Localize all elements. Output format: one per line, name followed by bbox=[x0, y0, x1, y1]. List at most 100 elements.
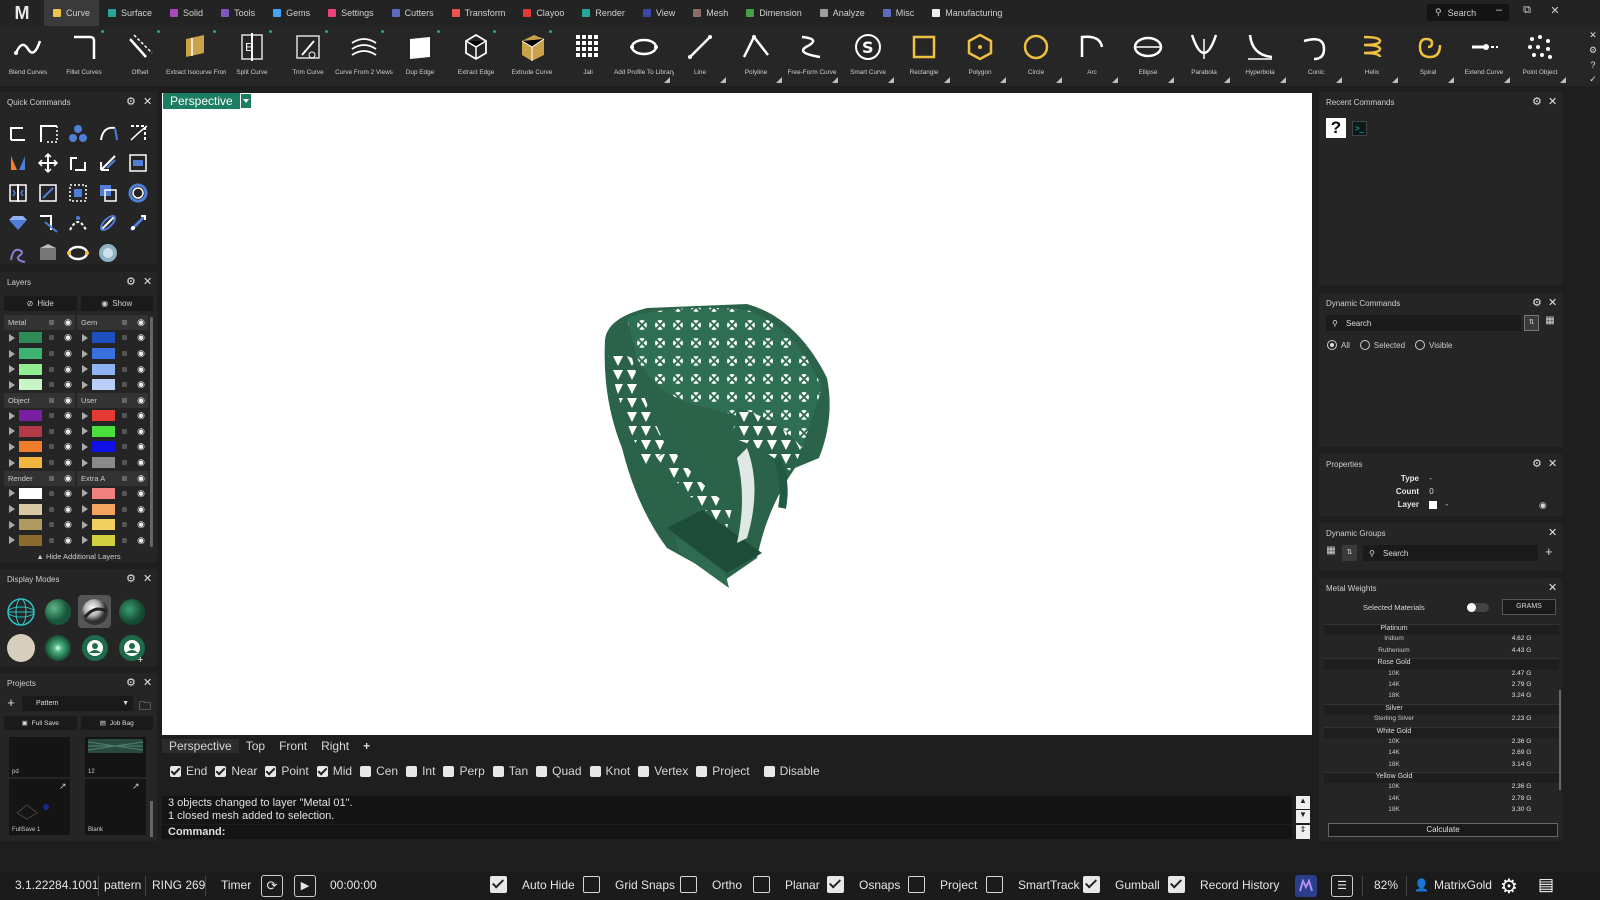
layer-color-swatch[interactable] bbox=[19, 441, 42, 453]
lock-icon[interactable] bbox=[122, 460, 128, 466]
tool-extend-curve[interactable]: Extend Curve bbox=[1456, 26, 1512, 86]
eye-icon[interactable]: ◉ bbox=[137, 332, 145, 343]
layer-row[interactable]: ◉ bbox=[77, 330, 148, 346]
gear-icon[interactable]: ⚙ bbox=[126, 95, 136, 108]
radio-button[interactable] bbox=[1327, 340, 1337, 350]
lock-icon[interactable] bbox=[49, 382, 54, 388]
expand-icon[interactable] bbox=[82, 365, 89, 374]
close-icon[interactable]: ✕ bbox=[1548, 296, 1557, 309]
layer-color-swatch[interactable] bbox=[92, 441, 116, 453]
expand-icon[interactable] bbox=[82, 349, 89, 358]
expand-icon[interactable] bbox=[82, 411, 89, 420]
layer-color-swatch[interactable] bbox=[92, 348, 116, 360]
file-name[interactable]: RING 269 bbox=[152, 878, 205, 892]
tool-polyline[interactable]: Polyline bbox=[728, 26, 784, 86]
expand-icon[interactable] bbox=[82, 333, 89, 342]
sort-icon[interactable]: ⇅ bbox=[1524, 315, 1539, 331]
toggle-grid-snaps[interactable]: Grid Snaps bbox=[583, 876, 675, 893]
close-icon[interactable]: ✕ bbox=[1548, 581, 1557, 594]
display-mode-user-1[interactable] bbox=[78, 631, 111, 664]
quick-command-button[interactable] bbox=[93, 148, 123, 178]
flyout-indicator-icon[interactable] bbox=[1168, 77, 1174, 83]
show-layers-button[interactable]: ◉ Show bbox=[80, 296, 153, 311]
flyout-indicator-icon[interactable] bbox=[776, 77, 782, 83]
quick-command-button[interactable] bbox=[33, 148, 63, 178]
layer-color-swatch[interactable] bbox=[19, 534, 42, 546]
lock-icon[interactable] bbox=[49, 506, 54, 512]
calculate-button[interactable]: Calculate bbox=[1328, 823, 1558, 837]
quick-command-button[interactable] bbox=[3, 238, 33, 268]
layer-color-swatch[interactable] bbox=[19, 487, 42, 499]
layer-row[interactable]: ◉ bbox=[4, 377, 75, 393]
menu-render[interactable]: Render bbox=[573, 0, 634, 26]
tool-line[interactable]: Line bbox=[672, 26, 728, 86]
view-tab-perspective[interactable]: Perspective bbox=[162, 739, 239, 753]
osnap-vertex[interactable]: Vertex bbox=[638, 764, 688, 778]
layer-color-swatch[interactable] bbox=[92, 519, 116, 531]
layer-row[interactable]: ◉ bbox=[4, 330, 75, 346]
lock-icon[interactable] bbox=[49, 490, 54, 496]
checkbox[interactable] bbox=[406, 765, 418, 777]
lock-icon[interactable] bbox=[49, 320, 54, 325]
lock-icon[interactable] bbox=[122, 413, 128, 419]
eye-icon[interactable]: ◉ bbox=[64, 426, 72, 437]
layer-row[interactable]: ◉ bbox=[4, 439, 75, 455]
lock-icon[interactable] bbox=[122, 382, 128, 388]
menu-manufacturing[interactable]: Manufacturing bbox=[923, 0, 1011, 26]
eye-icon[interactable]: ◉ bbox=[64, 332, 72, 343]
layer-color-swatch[interactable] bbox=[92, 534, 116, 546]
quick-command-button[interactable] bbox=[123, 148, 153, 178]
menu-surface[interactable]: Surface bbox=[99, 0, 161, 26]
layer-color-swatch[interactable] bbox=[92, 457, 116, 469]
expand-icon[interactable] bbox=[9, 536, 15, 545]
layer-color-swatch[interactable] bbox=[92, 487, 116, 499]
command-input[interactable]: Command: bbox=[162, 825, 1292, 839]
toggle-project[interactable]: Project bbox=[908, 876, 977, 893]
close-icon[interactable]: ✕ bbox=[143, 275, 152, 288]
flyout-indicator-icon[interactable] bbox=[1560, 77, 1566, 83]
eye-icon[interactable]: ◉ bbox=[137, 457, 145, 468]
perspective-viewport[interactable]: Perspective bbox=[162, 93, 1312, 735]
menu-cutters[interactable]: Cutters bbox=[383, 0, 443, 26]
osnap-end[interactable]: End bbox=[170, 764, 207, 778]
eye-icon[interactable]: ◉ bbox=[64, 317, 72, 328]
tool-blend-curves[interactable]: Blend Curves bbox=[0, 26, 56, 86]
layer-row[interactable]: ◉ bbox=[77, 346, 148, 362]
layer-row[interactable]: ◉ bbox=[4, 517, 75, 533]
export-icon[interactable]: ↗ bbox=[59, 781, 67, 792]
viewport-title-tab[interactable]: Perspective bbox=[163, 93, 240, 109]
add-project-button[interactable]: + bbox=[4, 696, 18, 711]
lock-icon[interactable] bbox=[122, 475, 128, 481]
menu-transform[interactable]: Transform bbox=[443, 0, 515, 26]
toggle-record-history[interactable]: Record History bbox=[1168, 876, 1279, 893]
layer-row[interactable]: ◉ bbox=[4, 408, 75, 424]
calendar-icon[interactable]: ▦ bbox=[1543, 315, 1557, 331]
project-thumbnail[interactable]: pd bbox=[9, 737, 70, 777]
gear-icon[interactable]: ⚙ bbox=[126, 275, 136, 288]
tool-helix[interactable]: Helix bbox=[1344, 26, 1400, 86]
maximize-button[interactable]: ⧉ bbox=[1515, 4, 1539, 22]
expand-icon[interactable] bbox=[82, 520, 89, 529]
quick-command-button[interactable] bbox=[63, 178, 93, 208]
eye-icon[interactable]: ◉ bbox=[137, 379, 145, 390]
gear-icon[interactable]: ⚙ bbox=[1532, 95, 1542, 108]
checkbox[interactable] bbox=[490, 876, 507, 893]
close-window-button[interactable]: ✕ bbox=[1543, 4, 1567, 22]
pin-icon[interactable]: ✓ bbox=[1589, 74, 1597, 85]
radio-button[interactable] bbox=[1415, 340, 1426, 350]
close-icon[interactable]: ✕ bbox=[143, 572, 152, 585]
layer-color-swatch[interactable] bbox=[19, 410, 42, 422]
eye-icon[interactable]: ◉ bbox=[64, 364, 72, 375]
expand-icon[interactable] bbox=[9, 380, 15, 389]
layer-row[interactable]: ◉ bbox=[4, 501, 75, 517]
layer-color-swatch[interactable] bbox=[19, 457, 42, 469]
scroll-up-button[interactable]: ▲ bbox=[1296, 796, 1310, 809]
lock-icon[interactable] bbox=[49, 537, 54, 543]
layer-group-header[interactable]: User ◉ bbox=[77, 392, 149, 408]
project-thumbnail[interactable]: Blank ↗ bbox=[85, 779, 146, 835]
ring-model[interactable] bbox=[597, 298, 837, 598]
checkbox[interactable] bbox=[986, 876, 1003, 893]
menu-dimension[interactable]: Dimension bbox=[737, 0, 811, 26]
layer-row[interactable]: ◉ bbox=[77, 486, 148, 502]
checkbox[interactable] bbox=[583, 876, 600, 893]
